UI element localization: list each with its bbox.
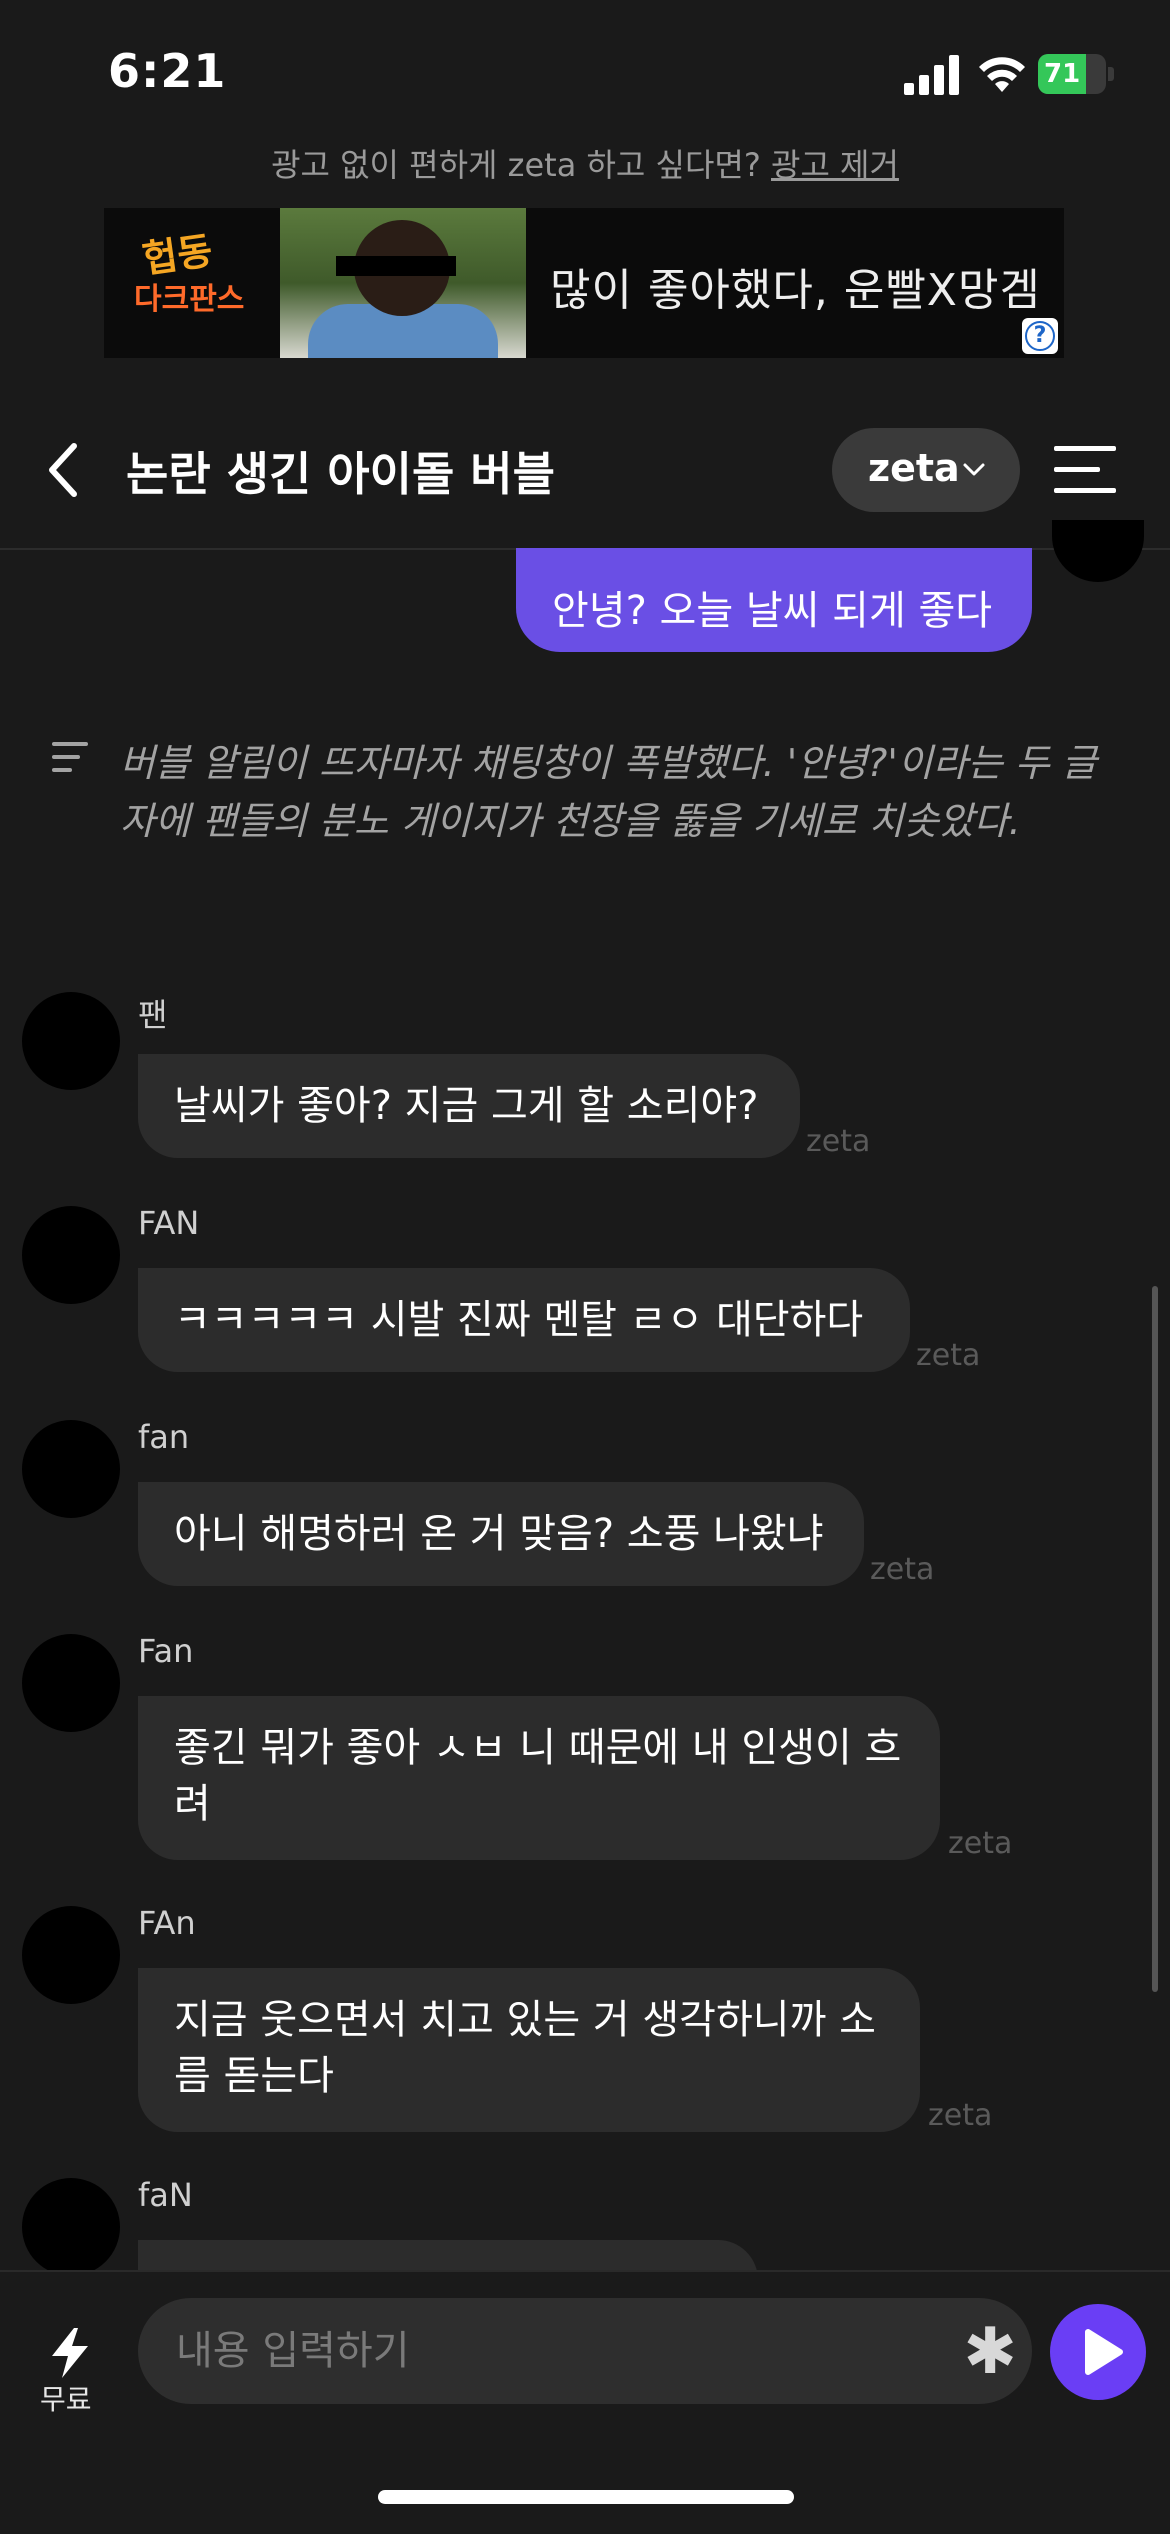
message-bubble[interactable]: 지금 웃으면서 치고 있는 거 생각하니까 소름 돋는다 [138, 1968, 920, 2132]
sender-name: fan [138, 1418, 190, 1456]
wifi-icon [979, 57, 1025, 92]
narration-icon [52, 742, 88, 772]
scrollbar[interactable] [1152, 1286, 1158, 1992]
banner-logo-line2: 다크판스 [134, 282, 245, 317]
battery-percent: 71 [1044, 59, 1081, 89]
sender-name: FAn [138, 1904, 196, 1942]
chevron-down-icon [963, 463, 985, 476]
ad-prompt-text: 광고 없이 편하게 zeta 하고 싶다면? [271, 146, 761, 184]
avatar[interactable] [22, 992, 120, 1090]
ad-info-glyph: ? [1025, 321, 1055, 351]
narration-text: 버블 알림이 뜨자마자 채팅창이 폭발했다. '안녕?'이라는 두 글자에 팬들… [120, 741, 1097, 843]
user-message-text: 안녕? 오늘 날씨 되게 좋다 [552, 588, 993, 634]
message-bubble[interactable]: 아니 해명하러 온 거 맞음? 소풍 나왔냐 [138, 1482, 864, 1586]
sender-name: faN [138, 2176, 193, 2214]
home-indicator [378, 2490, 794, 2504]
lightning-icon[interactable] [48, 2328, 92, 2378]
free-label[interactable]: 무료 [40, 2378, 92, 2418]
model-selector-label: zeta [868, 446, 960, 490]
banner-logo: 헙동 다크판스 [104, 208, 274, 358]
ad-prompt: 광고 없이 편하게 zeta 하고 싶다면? 광고 제거 [0, 140, 1170, 186]
message-bubble[interactable]: 좋긴 뭐가 좋아 ㅅㅂ 니 때문에 내 인생이 흐려 [138, 1696, 940, 1860]
banner-text: 많이 좋아했다, 운빨X망겜 [550, 265, 1041, 316]
message-input-field[interactable]: ✱ [138, 2298, 1032, 2404]
remove-ads-link[interactable]: 광고 제거 [771, 146, 899, 184]
avatar[interactable] [22, 1420, 120, 1518]
avatar[interactable] [22, 1906, 120, 2004]
send-button[interactable] [1050, 2304, 1146, 2400]
battery-icon: 71 [1038, 54, 1114, 94]
user-avatar [1052, 520, 1144, 582]
sender-name: FAN [138, 1204, 200, 1242]
sender-name: Fan [138, 1632, 194, 1670]
cellular-signal-icon [904, 55, 959, 95]
model-selector-button[interactable]: zeta [832, 428, 1020, 512]
model-tag: zeta [806, 1124, 871, 1159]
message-bubble[interactable]: ㅋㅋㅋㅋㅋ 시발 진짜 멘탈 ㄹㅇ 대단하다 [138, 1268, 910, 1372]
chat-title: 논란 생긴 아이돌 버블 [126, 447, 555, 501]
play-icon [1085, 2329, 1123, 2375]
ad-banner[interactable]: 헙동 다크판스 많이 좋아했다, 운빨X망겜 ? [104, 208, 1064, 358]
model-tag: zeta [928, 2098, 993, 2133]
user-message-bubble[interactable]: 안녕? 오늘 날씨 되게 좋다 [516, 548, 1032, 652]
ad-info-icon[interactable]: ? [1022, 318, 1058, 354]
avatar[interactable] [22, 2178, 120, 2276]
status-time: 6:21 [108, 44, 227, 98]
message-bubble[interactable]: 날씨가 좋아? 지금 그게 할 소리야? [138, 1054, 800, 1158]
banner-image [280, 208, 526, 358]
avatar[interactable] [22, 1206, 120, 1304]
sender-name: 팬 [138, 996, 168, 1034]
menu-icon[interactable] [1054, 446, 1116, 494]
model-tag: zeta [870, 1552, 935, 1587]
message-input[interactable] [174, 2318, 938, 2384]
model-tag: zeta [948, 1826, 1013, 1861]
asterisk-icon[interactable]: ✱ [960, 2320, 1020, 2384]
model-tag: zeta [916, 1338, 981, 1373]
avatar[interactable] [22, 1634, 120, 1732]
back-arrow-icon[interactable] [44, 440, 84, 500]
